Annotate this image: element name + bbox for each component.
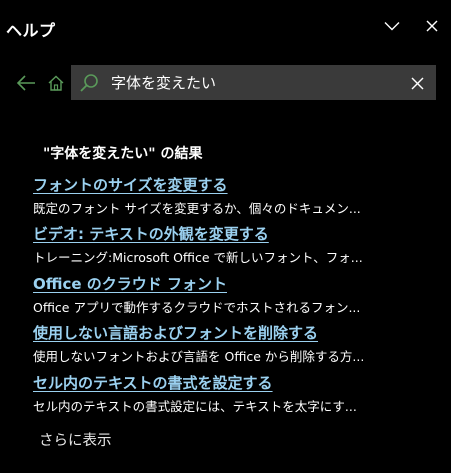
title-bar: ヘルプ [0, 0, 451, 52]
back-button[interactable] [14, 72, 38, 94]
result-description: セル内のテキストの書式設定には、テキストを太字にす... [33, 399, 357, 414]
search-box [71, 65, 436, 100]
result-description: 使用しないフォントおよび言語を Office から削除する方... [33, 349, 365, 364]
result-item: ビデオ: テキストの外観を変更する トレーニング:Microsoft Offic… [33, 224, 433, 267]
arrow-left-icon [16, 75, 35, 91]
result-link[interactable]: 使用しない言語およびフォントを削除する [33, 323, 433, 343]
close-pane-button[interactable] [418, 12, 446, 40]
result-item: Office のクラウド フォント Office アプリで動作するクラウドでホス… [33, 274, 433, 317]
search-input[interactable] [111, 65, 391, 100]
result-item: セル内のテキストの書式を設定する セル内のテキストの書式設定には、テキストを太字… [33, 373, 433, 416]
help-pane: ヘルプ 字体を変えたい "字体を変えたい" の結果 フォントのサイズを変更する … [0, 0, 451, 473]
results-heading: "字体を変えたい" の結果 [43, 146, 203, 162]
show-more-link[interactable]: さらに表示 [39, 429, 112, 450]
result-description: Office アプリで動作するクラウドでホストされるフォン... [33, 300, 361, 315]
search-icon [80, 74, 98, 92]
home-button[interactable] [45, 72, 67, 94]
close-icon [426, 20, 438, 32]
result-link[interactable]: ビデオ: テキストの外観を変更する [33, 224, 433, 244]
result-link[interactable]: Office のクラウド フォント [33, 274, 433, 294]
pane-title: ヘルプ [6, 21, 56, 40]
result-link[interactable]: セル内のテキストの書式を設定する [33, 373, 433, 393]
result-description: 既定のフォント サイズを変更するか、個々のドキュメン... [33, 201, 361, 216]
result-item: フォントのサイズを変更する 既定のフォント サイズを変更するか、個々のドキュメン… [33, 175, 433, 218]
home-icon [48, 75, 64, 91]
result-item: 使用しない言語およびフォントを削除する 使用しないフォントおよび言語を Offi… [33, 323, 433, 366]
close-icon [411, 77, 423, 89]
clear-search-button[interactable] [405, 71, 429, 95]
result-description: トレーニング:Microsoft Office で新しいフォント、フォ... [33, 250, 363, 265]
collapse-button[interactable] [378, 12, 406, 40]
result-link[interactable]: フォントのサイズを変更する [33, 175, 433, 195]
chevron-down-icon [384, 22, 400, 31]
